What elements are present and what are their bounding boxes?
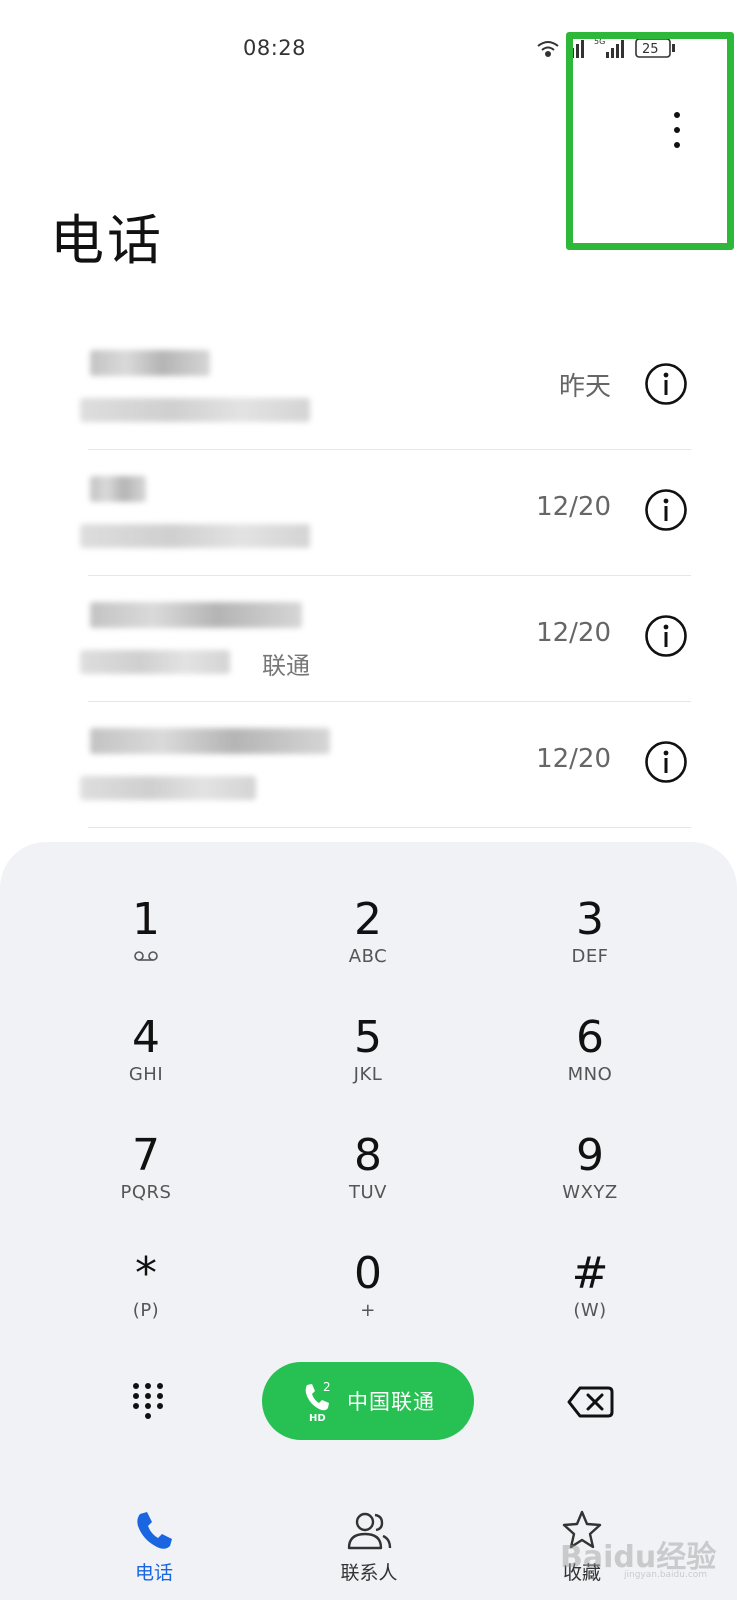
key-digit: 6 — [576, 1012, 604, 1063]
contact-detail-redacted — [80, 524, 310, 548]
call-button[interactable]: 2 HD 中国联通 — [262, 1362, 474, 1440]
key-letters: + — [360, 1300, 376, 1321]
status-time: 08:28 — [243, 36, 307, 60]
call-date: 12/20 — [536, 492, 611, 522]
key-letters: JKL — [353, 1064, 383, 1085]
nav-item-contacts[interactable]: 联系人 — [309, 1508, 429, 1585]
key-digit: # — [571, 1248, 609, 1299]
key-digit: 5 — [354, 1012, 382, 1063]
page-title: 电话 — [50, 209, 164, 272]
carrier-label: 联通 — [262, 652, 310, 680]
key-letters: MNO — [567, 1064, 613, 1085]
dialpad-key-6[interactable]: 6 MNO — [515, 1012, 665, 1112]
key-digit: * — [135, 1248, 157, 1299]
dialpad-key-9[interactable]: 9 WXYZ — [515, 1130, 665, 1230]
key-digit: 0 — [354, 1248, 382, 1299]
call-log-row[interactable]: 昨天 — [0, 324, 737, 450]
info-icon[interactable] — [644, 488, 688, 532]
dialpad-key-3[interactable]: 3 DEF — [515, 894, 665, 994]
keypad-toggle-icon[interactable] — [128, 1380, 168, 1424]
call-log-row[interactable]: 12/20 — [0, 702, 737, 828]
dialpad-key-star[interactable]: * (P) — [71, 1248, 221, 1348]
key-letters: DEF — [571, 946, 609, 967]
key-letters: (W) — [573, 1300, 607, 1321]
nav-label: 电话 — [134, 1562, 173, 1584]
key-digit: 2 — [354, 894, 382, 945]
dialpad-key-7[interactable]: 7 PQRS — [71, 1130, 221, 1230]
call-date: 12/20 — [536, 618, 611, 648]
watermark-url: jingyan.baidu.com — [624, 1570, 708, 1580]
key-digit: 4 — [132, 1012, 160, 1063]
dialpad-panel: 1 2 ABC 3 DEF 4 GHI 5 JKL 6 MNO 7 PQRS 8… — [0, 842, 737, 1600]
key-letters: WXYZ — [562, 1182, 618, 1203]
call-date: 12/20 — [536, 744, 611, 774]
key-letters: PQRS — [120, 1182, 172, 1203]
key-digit: 3 — [576, 894, 604, 945]
hd-badge: HD — [309, 1413, 326, 1423]
nav-item-phone[interactable]: 电话 — [94, 1508, 214, 1585]
wifi-icon — [537, 41, 559, 57]
info-icon[interactable] — [644, 614, 688, 658]
dialpad-key-4[interactable]: 4 GHI — [71, 1012, 221, 1112]
dialpad-key-2[interactable]: 2 ABC — [293, 894, 443, 994]
key-letters: TUV — [349, 1182, 387, 1203]
contact-name-redacted — [90, 602, 302, 628]
key-letters: GHI — [128, 1064, 164, 1085]
info-icon[interactable] — [644, 362, 688, 406]
dialpad-key-1[interactable]: 1 — [71, 894, 221, 994]
dialpad-key-hash[interactable]: # (W) — [515, 1248, 665, 1348]
call-log-row[interactable]: 12/20 — [0, 450, 737, 576]
contact-name-redacted — [90, 728, 330, 754]
phone-hd-icon: 2 HD — [305, 1380, 331, 1423]
contact-detail-redacted — [80, 398, 310, 422]
contact-name-redacted — [90, 476, 146, 502]
phone-icon — [137, 1512, 172, 1549]
highlight-box — [566, 32, 734, 250]
call-log-list: 昨天 12/20 联通 12/20 12/20 — [0, 324, 737, 828]
key-digit: 1 — [132, 894, 160, 945]
call-date: 昨天 — [558, 372, 611, 402]
backspace-icon[interactable] — [566, 1384, 614, 1420]
watermark: Baidu经验 jingyan.baidu.com — [560, 1520, 730, 1580]
dialpad-key-8[interactable]: 8 TUV — [293, 1130, 443, 1230]
nav-label: 联系人 — [340, 1562, 398, 1584]
call-button-label: 中国联通 — [347, 1390, 435, 1414]
dialpad-key-0[interactable]: 0 + — [293, 1248, 443, 1348]
voicemail-icon — [134, 951, 158, 961]
dialpad-key-5[interactable]: 5 JKL — [293, 1012, 443, 1112]
key-digit: 9 — [576, 1130, 604, 1181]
info-icon[interactable] — [644, 740, 688, 784]
contact-detail-redacted — [80, 650, 230, 674]
key-letters: ABC — [348, 946, 388, 967]
key-letters: (P) — [132, 1300, 160, 1321]
sim-slot-label: 2 — [323, 1380, 331, 1394]
call-log-row[interactable]: 联通 12/20 — [0, 576, 737, 702]
contact-detail-redacted — [80, 776, 256, 800]
contacts-icon — [347, 1512, 392, 1550]
key-digit: 8 — [354, 1130, 382, 1181]
contact-name-redacted — [90, 350, 210, 376]
key-digit: 7 — [132, 1130, 160, 1181]
